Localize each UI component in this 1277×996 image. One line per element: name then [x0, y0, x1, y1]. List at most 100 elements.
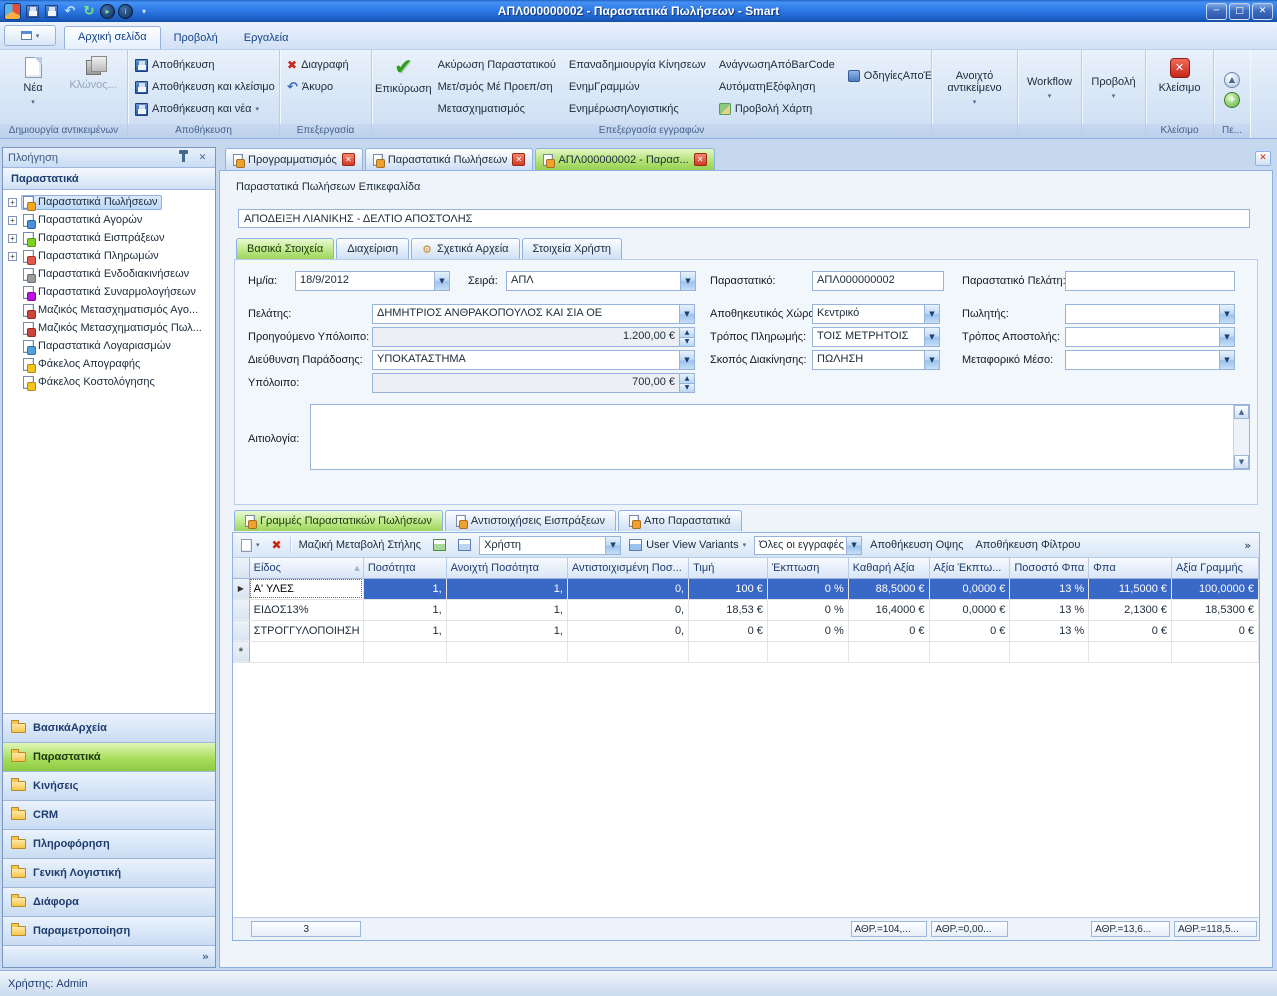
close-panel-icon[interactable]: ✕ — [195, 151, 210, 165]
ribbon-button-update-accounting[interactable]: ΕνημέρωσηΛογιστικής — [565, 100, 710, 118]
grid-column-discount[interactable]: Έκπτωση — [767, 558, 848, 578]
delete-row-button[interactable]: ✖ — [268, 537, 286, 553]
nav-group-movements[interactable]: Κινήσεις — [3, 771, 215, 800]
shipping-method-combo[interactable]: ▼ — [1065, 327, 1235, 347]
grid-cell[interactable]: 0, — [567, 578, 688, 599]
document-tab-current-document[interactable]: ΑΠΛ000000002 - Παρασ...✕ — [535, 148, 714, 170]
nav-tree-item-costing-folder[interactable]: Φάκελος Κοστολόγησης — [3, 373, 215, 391]
grid-column-vat-percent[interactable]: Ποσοστό Φπα — [1010, 558, 1089, 578]
pin-icon[interactable] — [176, 151, 191, 165]
overflow-chevron-icon[interactable]: » — [202, 950, 209, 963]
grid-column-line-value[interactable]: Αξία Γραμμής — [1172, 558, 1259, 578]
navigate-forward-icon[interactable]: ▸ — [100, 4, 115, 19]
save-filter-button[interactable]: Αποθήκευση Φίλτρου — [971, 538, 1084, 552]
grid-cell[interactable]: 13 % — [1010, 578, 1089, 599]
nav-tree-item-bulk-transform-purchases[interactable]: Μαζικός Μετασχηματισμός Αγο... — [3, 301, 215, 319]
nav-tree-item-payment-documents[interactable]: +Παραστατικά Πληρωμών — [3, 247, 215, 265]
balance-field[interactable]: 700,00 € ▲▼ — [372, 373, 695, 393]
movement-purpose-combo[interactable]: ΠΩΛΗΣΗ ▼ — [812, 350, 940, 370]
layout-grid-button[interactable] — [454, 538, 475, 552]
save-and-new-button[interactable]: Αποθήκευση και νέα ▾ — [131, 100, 276, 118]
grid-cell[interactable] — [929, 641, 1010, 662]
grid-cell[interactable] — [1172, 641, 1259, 662]
close-tab-icon[interactable]: ✕ — [694, 153, 707, 166]
grid-row[interactable]: ΣΤΡΟΓΓΥΛΟΠΟΙΗΣΗ1,1,0,0 €0 %0 €0 €13 %0 €… — [233, 620, 1259, 641]
grid-cell[interactable]: 1, — [446, 578, 567, 599]
nav-tree-item-account-documents[interactable]: Παραστατικά Λογαριασμών — [3, 337, 215, 355]
ribbon-button-recreate-movements[interactable]: Επαναδημιουργία Κίνησεων — [565, 56, 710, 74]
ribbon-button-read-from-barcode[interactable]: ΑνάγνωσηΑπόBarCode — [715, 56, 839, 74]
grid-cell[interactable]: 1, — [446, 599, 567, 620]
grid-cell[interactable]: 0,0000 € — [929, 578, 1010, 599]
grid-column-quantity[interactable]: Ποσότητα — [363, 558, 446, 578]
nav-group-basic-files[interactable]: ΒασικάΑρχεία — [3, 713, 215, 742]
grid-cell[interactable] — [689, 641, 768, 662]
payment-method-combo[interactable]: ΤΟΙΣ ΜΕΤΡΗΤΟΙΣ ▼ — [812, 327, 940, 347]
close-tab-icon[interactable]: ✕ — [342, 153, 355, 166]
grid-row[interactable]: ΕΙΔΟΣ13%1,1,0,18,53 €0 %16,4000 €0,0000 … — [233, 599, 1259, 620]
undo-icon[interactable]: ↶ — [62, 3, 78, 19]
grid-cell[interactable]: 0 € — [1172, 620, 1259, 641]
toolbar-overflow-button[interactable]: » — [1240, 538, 1255, 553]
ribbon-button-transform-with-preview[interactable]: Μετ/σμός Μέ Προεπ/ση — [434, 78, 560, 96]
chevron-down-icon[interactable]: ▼ — [924, 328, 939, 346]
bulk-change-column-button[interactable]: Μαζική Μεταβολή Στήλης — [295, 538, 425, 552]
document-tab-planning[interactable]: Προγραμματισμός✕ — [225, 148, 363, 170]
grid-column-open-quantity[interactable]: Ανοιχτή Ποσότητα — [446, 558, 567, 578]
chevron-down-icon[interactable]: ▼ — [924, 305, 939, 323]
save-view-button[interactable]: Αποθήκευση Οψης — [866, 538, 967, 552]
grid-cell[interactable]: 0 % — [767, 578, 848, 599]
grid-cell[interactable]: 13 % — [1010, 599, 1089, 620]
ribbon-button-cancel-document[interactable]: Ακύρωση Παραστατικού — [434, 56, 560, 74]
grid-cell[interactable]: 100,0000 € — [1172, 578, 1259, 599]
add-icon[interactable]: + — [1224, 92, 1240, 108]
grid-cell[interactable]: 13 % — [1010, 620, 1089, 641]
export-grid-button[interactable] — [429, 538, 450, 552]
ribbon-button-update-lines[interactable]: ΕνημΓραμμών — [565, 78, 710, 96]
detail-tab-receipt-matching[interactable]: Αντιστοιχήσεις Εισπράξεων — [445, 510, 616, 531]
close-window-button[interactable]: ✕ — [1252, 3, 1273, 20]
spinner-icon[interactable]: ▲▼ — [679, 328, 694, 346]
nav-tree-item-internal-movement-documents[interactable]: Παραστατικά Ενδοδιακινήσεων — [3, 265, 215, 283]
save-and-close-button[interactable]: Αποθήκευση και κλείσιμο — [131, 78, 276, 96]
grid-cell[interactable]: 88,5000 € — [848, 578, 929, 599]
grid-cell[interactable] — [363, 641, 446, 662]
form-tab-management[interactable]: Διαχείριση — [336, 238, 409, 259]
grid-cell[interactable]: 18,53 € — [689, 599, 768, 620]
nav-tree-item-purchase-documents[interactable]: +Παραστατικά Αγορών — [3, 211, 215, 229]
open-object-button[interactable]: Ανοιχτό αντικείμενο ▾ — [935, 53, 1014, 123]
workflow-button[interactable]: Workflow ▾ — [1021, 53, 1078, 123]
chevron-down-icon[interactable]: ▼ — [679, 351, 694, 369]
view-button[interactable]: Προβολή ▾ — [1085, 53, 1142, 123]
nav-tree-item-assembly-documents[interactable]: Παραστατικά Συναρμολογήσεων — [3, 283, 215, 301]
nav-group-configuration[interactable]: Παραμετροποίηση — [3, 916, 215, 945]
grid-cell[interactable]: 1, — [363, 578, 446, 599]
reason-textarea[interactable]: ▲▼ — [310, 404, 1250, 470]
grid-row[interactable]: ▶Α' ΥΛΕΣ1,1,0,100 €0 %88,5000 €0,0000 €1… — [233, 578, 1259, 599]
chevron-down-icon[interactable]: ▼ — [846, 537, 861, 554]
ribbon-tab-view[interactable]: Προβολή — [161, 28, 231, 49]
close-document-button[interactable]: ✕ Κλείσιμο — [1150, 53, 1210, 123]
form-tab-basic-info[interactable]: Βασικά Στοιχεία — [236, 238, 334, 259]
grid-cell[interactable]: 2,1300 € — [1089, 599, 1172, 620]
minimize-button[interactable]: ─ — [1206, 3, 1227, 20]
grid-cell[interactable] — [767, 641, 848, 662]
transport-means-combo[interactable]: ▼ — [1065, 350, 1235, 370]
grid-cell[interactable]: 0 € — [689, 620, 768, 641]
new-button[interactable]: Νέα ▾ — [3, 52, 63, 122]
customer-document-field[interactable] — [1065, 271, 1235, 291]
grid-cell[interactable]: 100 € — [689, 578, 768, 599]
grid-cell[interactable]: 1, — [446, 620, 567, 641]
warehouse-combo[interactable]: Κεντρικό ▼ — [812, 304, 940, 324]
chevron-down-icon[interactable]: ▼ — [1219, 328, 1234, 346]
grid-cell[interactable]: Α' ΥΛΕΣ — [249, 578, 363, 599]
scrollbar[interactable]: ▲▼ — [1233, 405, 1249, 469]
grid-column-net-value[interactable]: Καθαρή Αξία — [848, 558, 929, 578]
grid-cell[interactable]: 18,5300 € — [1172, 599, 1259, 620]
grid-cell[interactable]: 0 € — [848, 620, 929, 641]
qat-dropdown-icon[interactable]: ▾ — [136, 3, 152, 19]
nav-group-misc[interactable]: Διάφορα — [3, 887, 215, 916]
nav-tree-item-receipt-documents[interactable]: +Παραστατικά Εισπράξεων — [3, 229, 215, 247]
chevron-down-icon[interactable]: ▼ — [605, 537, 620, 554]
grid-cell[interactable]: 0 € — [929, 620, 1010, 641]
